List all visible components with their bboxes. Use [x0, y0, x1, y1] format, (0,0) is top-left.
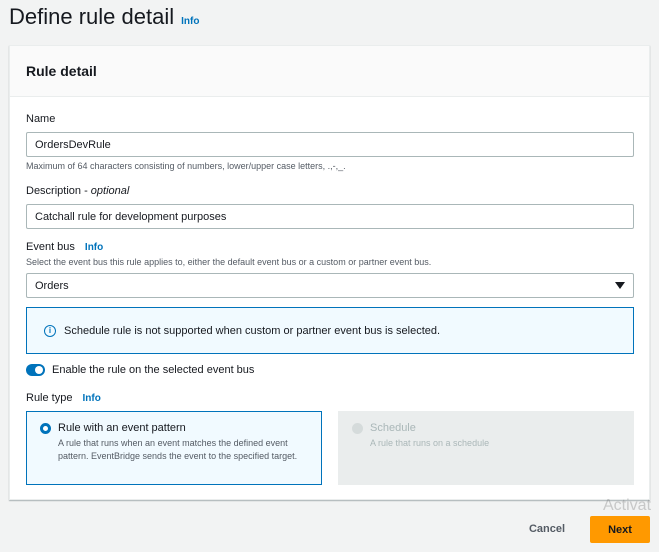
caret-down-icon: [615, 282, 625, 289]
event-pattern-text: Rule with an event pattern A rule that r…: [58, 422, 309, 484]
event-bus-select[interactable]: Orders: [26, 273, 634, 298]
schedule-text: Schedule A rule that runs on a schedule: [370, 422, 489, 484]
name-label: Name: [26, 113, 56, 125]
rule-type-event-pattern-tile[interactable]: Rule with an event pattern A rule that r…: [26, 411, 322, 485]
schedule-radio: [352, 423, 363, 434]
info-circle-icon: i: [44, 324, 56, 337]
event-bus-label-row: Event bus Info: [26, 241, 103, 253]
event-bus-label: Event bus: [26, 241, 75, 253]
description-input[interactable]: Catchall rule for development purposes: [26, 204, 634, 229]
schedule-title: Schedule: [370, 422, 416, 434]
alert-text: Schedule rule is not supported when cust…: [64, 324, 441, 337]
page-header: Define rule detail Info: [9, 4, 199, 30]
rule-type-schedule-tile: Schedule A rule that runs on a schedule: [338, 411, 634, 485]
panel-title: Rule detail: [26, 63, 97, 79]
name-input-value: OrdersDevRule: [35, 138, 111, 151]
name-input[interactable]: OrdersDevRule: [26, 132, 634, 157]
rule-type-label: Rule type: [26, 392, 73, 404]
page-info-link[interactable]: Info: [181, 16, 199, 27]
enable-rule-row: Enable the rule on the selected event bu…: [26, 364, 254, 376]
event-bus-selected: Orders: [35, 279, 69, 292]
name-hint: Maximum of 64 characters consisting of n…: [26, 161, 346, 171]
rule-detail-panel: Rule detail Name OrdersDevRule Maximum o…: [9, 45, 650, 500]
description-label-text: Description -: [26, 185, 91, 197]
info-alert: i Schedule rule is not supported when cu…: [26, 307, 634, 354]
panel-header: Rule detail: [10, 46, 649, 97]
schedule-description: A rule that runs on a schedule: [370, 438, 490, 448]
activation-watermark: Activat: [603, 497, 652, 514]
description-label: Description - optional: [26, 185, 129, 197]
enable-rule-toggle[interactable]: [26, 364, 45, 376]
rule-type-info-link[interactable]: Info: [82, 393, 100, 404]
rule-type-label-row: Rule type Info: [26, 392, 101, 404]
cancel-button[interactable]: Cancel: [518, 516, 576, 542]
description-optional: optional: [90, 185, 130, 197]
event-pattern-description: A rule that runs when an event matches t…: [58, 438, 298, 461]
event-pattern-title: Rule with an event pattern: [58, 422, 186, 434]
event-pattern-radio[interactable]: [40, 423, 51, 434]
enable-rule-label: Enable the rule on the selected event bu…: [52, 364, 255, 376]
event-bus-info-link[interactable]: Info: [85, 242, 103, 253]
event-bus-hint: Select the event bus this rule applies t…: [26, 257, 432, 267]
page-title: Define rule detail: [9, 4, 175, 29]
description-input-value: Catchall rule for development purposes: [35, 210, 227, 223]
next-button[interactable]: Next: [590, 516, 650, 543]
